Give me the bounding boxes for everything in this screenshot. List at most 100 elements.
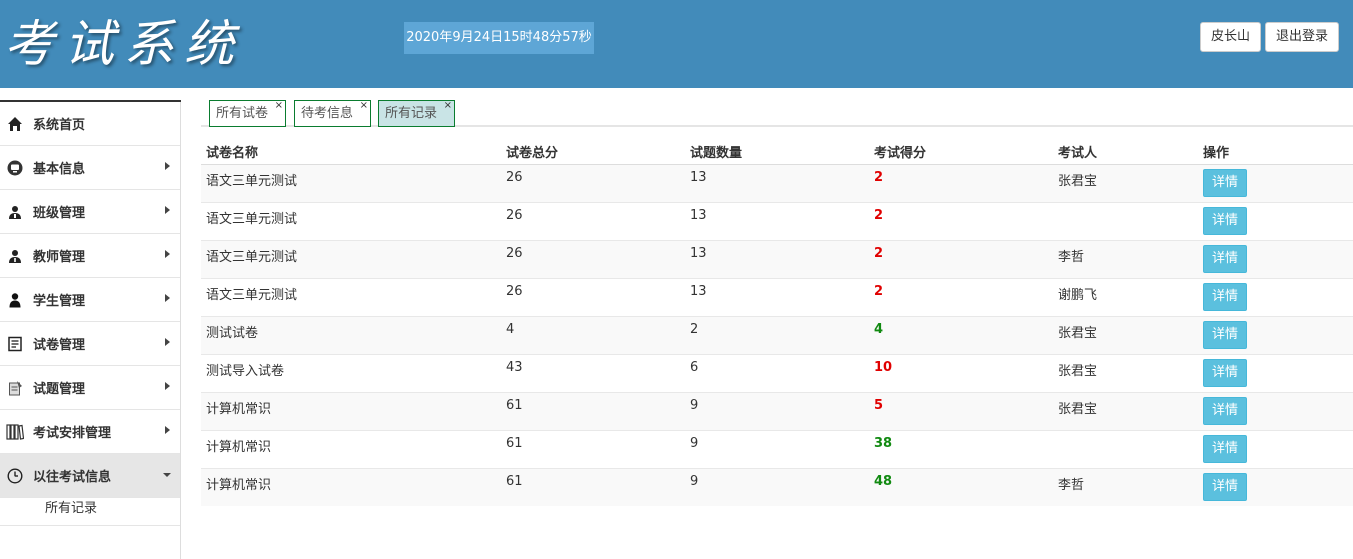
question-count-cell: 13 — [685, 163, 869, 202]
sidebar-item-teacher-management[interactable]: 教师管理 — [0, 234, 180, 278]
examinee-cell: 李哲 — [1053, 467, 1198, 506]
chevron-right-icon — [165, 382, 170, 390]
question-count-cell: 9 — [685, 391, 869, 430]
books-icon — [6, 423, 24, 441]
total-score-cell: 61 — [501, 467, 685, 506]
table-row: 计算机常识 61 9 38 详情 — [201, 429, 1353, 468]
logout-button[interactable]: 退出登录 — [1265, 22, 1339, 52]
paper-name-cell: 计算机常识 — [201, 391, 501, 430]
tab-label: 所有试卷 — [216, 106, 269, 121]
sidebar-item-label: 教师管理 — [33, 250, 86, 265]
sidebar-item-label: 试题管理 — [33, 382, 86, 397]
sidebar-item-label: 学生管理 — [33, 294, 86, 309]
paper-name-cell: 测试导入试卷 — [201, 353, 501, 392]
exam-score-cell: 2 — [869, 239, 1053, 278]
column-header: 操作 — [1198, 137, 1353, 165]
exam-score-cell: 2 — [869, 201, 1053, 240]
actions-cell: 详情 — [1198, 239, 1353, 278]
actions-cell: 详情 — [1198, 277, 1353, 316]
sidebar-item-paper-management[interactable]: 试卷管理 — [0, 322, 180, 366]
actions-cell: 详情 — [1198, 353, 1353, 392]
detail-button[interactable]: 详情 — [1203, 244, 1247, 273]
paper-name-cell: 语文三单元测试 — [201, 277, 501, 316]
column-header: 试题数量 — [685, 137, 869, 165]
paper-name-cell: 测试试卷 — [201, 315, 501, 354]
examinee-cell: 谢鹏飞 — [1053, 277, 1198, 316]
total-score-cell: 26 — [501, 201, 685, 240]
table-row: 计算机常识 61 9 5 张君宝 详情 — [201, 391, 1353, 430]
column-header: 试卷总分 — [501, 137, 685, 165]
examinee-cell — [1053, 429, 1198, 468]
close-icon[interactable]: × — [275, 93, 283, 118]
sidebar-item-class-management[interactable]: 班级管理 — [0, 190, 180, 234]
sidebar-item-exam-schedule[interactable]: 考试安排管理 — [0, 410, 180, 454]
table-row: 语文三单元测试 26 13 2 详情 — [201, 201, 1353, 240]
sidebar-item-question-management[interactable]: 试题管理 — [0, 366, 180, 410]
exam-score-cell: 5 — [869, 391, 1053, 430]
detail-button[interactable]: 详情 — [1203, 434, 1247, 463]
tab-all-papers[interactable]: 所有试卷 × — [209, 100, 286, 127]
records-table: 试卷名称 试卷总分 试题数量 考试得分 考试人 操作 语文三单元测试 26 13 2 张… — [201, 137, 1353, 506]
tab-all-records[interactable]: 所有记录 × — [378, 100, 455, 127]
sidebar-item-past-exams[interactable]: 以往考试信息 — [0, 454, 180, 498]
chevron-right-icon — [165, 294, 170, 302]
detail-button[interactable]: 详情 — [1203, 206, 1247, 235]
exam-score-cell: 10 — [869, 353, 1053, 392]
sidebar-item-label: 考试安排管理 — [33, 426, 112, 441]
student-icon — [6, 291, 24, 309]
total-score-cell: 26 — [501, 163, 685, 202]
table-row: 语文三单元测试 26 13 2 谢鹏飞 详情 — [201, 277, 1353, 316]
detail-button[interactable]: 详情 — [1203, 320, 1247, 349]
actions-cell: 详情 — [1198, 467, 1353, 506]
user-button[interactable]: 皮长山 — [1200, 22, 1261, 52]
paper-name-cell: 计算机常识 — [201, 429, 501, 468]
sidebar-subitem-all-records[interactable]: 所有记录 — [0, 498, 180, 526]
examinee-cell — [1053, 201, 1198, 240]
detail-button[interactable]: 详情 — [1203, 282, 1247, 311]
sidebar-item-student-management[interactable]: 学生管理 — [0, 278, 180, 322]
paper-name-cell: 计算机常识 — [201, 467, 501, 506]
table-row: 计算机常识 61 9 48 李哲 详情 — [201, 467, 1353, 506]
paper-name-cell: 语文三单元测试 — [201, 163, 501, 202]
sidebar-item-label: 以往考试信息 — [33, 470, 112, 485]
tab-bar: 所有试卷 × 待考信息 × 所有记录 × — [201, 99, 1353, 127]
home-icon — [6, 115, 24, 133]
sidebar-item-label: 班级管理 — [33, 206, 86, 221]
caret-down-icon — [163, 473, 171, 477]
close-icon[interactable]: × — [360, 93, 368, 118]
sidebar-item-basic-info[interactable]: 基本信息 — [0, 146, 180, 190]
detail-button[interactable]: 详情 — [1203, 358, 1247, 387]
exam-score-cell: 2 — [869, 277, 1053, 316]
exam-score-cell: 38 — [869, 429, 1053, 468]
actions-cell: 详情 — [1198, 391, 1353, 430]
question-count-cell: 13 — [685, 239, 869, 278]
monitor-icon — [6, 159, 24, 177]
actions-cell: 详情 — [1198, 163, 1353, 202]
close-icon[interactable]: × — [444, 93, 452, 118]
tab-label: 待考信息 — [301, 106, 354, 121]
column-header: 考试人 — [1053, 137, 1198, 165]
exam-score-cell: 4 — [869, 315, 1053, 354]
column-header: 考试得分 — [869, 137, 1053, 165]
column-header: 试卷名称 — [201, 137, 501, 165]
datetime-display: 2020年9月24日15时48分57秒 — [404, 22, 594, 54]
detail-button[interactable]: 详情 — [1203, 396, 1247, 425]
sidebar-item-home[interactable]: 系统首页 — [0, 102, 180, 146]
detail-button[interactable]: 详情 — [1203, 168, 1247, 197]
chevron-right-icon — [165, 162, 170, 170]
question-count-cell: 9 — [685, 467, 869, 506]
table-row: 语文三单元测试 26 13 2 张君宝 详情 — [201, 163, 1353, 202]
total-score-cell: 26 — [501, 277, 685, 316]
examinee-cell: 张君宝 — [1053, 163, 1198, 202]
tab-pending-exams[interactable]: 待考信息 × — [294, 100, 371, 127]
detail-button[interactable]: 详情 — [1203, 472, 1247, 501]
question-icon — [6, 379, 24, 397]
paper-name-cell: 语文三单元测试 — [201, 239, 501, 278]
question-count-cell: 9 — [685, 429, 869, 468]
table-row: 测试试卷 4 2 4 张君宝 详情 — [201, 315, 1353, 354]
teacher-icon — [6, 247, 24, 265]
exam-score-cell: 48 — [869, 467, 1053, 506]
table-row: 测试导入试卷 43 6 10 张君宝 详情 — [201, 353, 1353, 392]
total-score-cell: 26 — [501, 239, 685, 278]
sidebar-item-label: 试卷管理 — [33, 338, 86, 353]
